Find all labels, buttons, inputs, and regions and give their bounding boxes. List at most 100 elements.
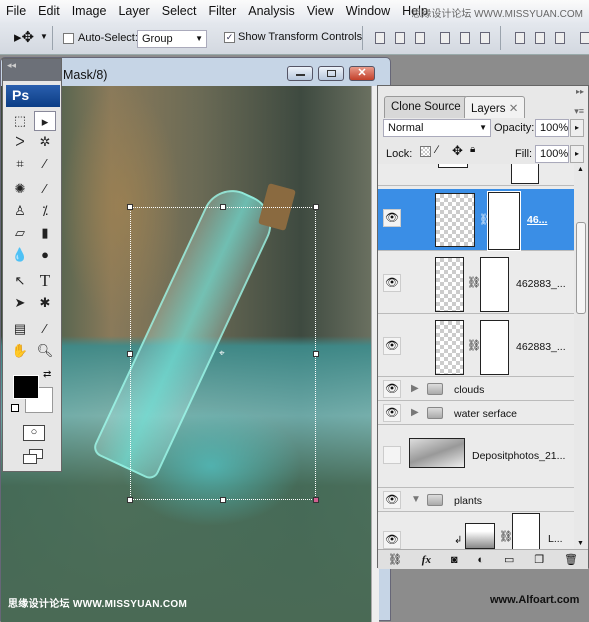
collapse-icon[interactable]: ◂◂ [7, 60, 16, 70]
layer-name[interactable]: 462883_... [516, 278, 566, 290]
hand-tool-icon[interactable]: ✋ [9, 341, 31, 361]
link-icon[interactable]: ⛓︎ [467, 276, 481, 289]
layer-name[interactable]: L... [548, 533, 563, 545]
eye-icon[interactable]: 👁︎ [383, 491, 401, 509]
collapse-panel-icon[interactable]: ▸▸ [576, 87, 584, 96]
show-transform-checkbox[interactable]: ✓ [224, 32, 235, 43]
link-icon[interactable]: ⛓︎ [499, 530, 513, 543]
align-hcenter-icon[interactable] [460, 32, 470, 44]
notes-tool-icon[interactable]: ▤ [9, 319, 31, 339]
brush-tool-icon[interactable]: ∕ [34, 179, 56, 199]
menu-analysis[interactable]: Analysis [248, 4, 295, 18]
pen-tool-icon[interactable]: ↖ [9, 271, 31, 291]
close-tab-icon[interactable]: ✕ [509, 103, 519, 115]
distribute-top-icon[interactable] [515, 32, 525, 44]
adjustment-layer-icon[interactable]: ◐ [477, 554, 484, 566]
align-top-icon[interactable] [375, 32, 385, 44]
reference-point-icon[interactable]: ⌖ [219, 348, 225, 359]
layer-mask-thumbnail[interactable] [480, 320, 509, 375]
dodge-tool-icon[interactable]: ● [34, 245, 56, 265]
menu-select[interactable]: Select [162, 4, 197, 18]
type-tool-icon[interactable]: T [34, 271, 56, 291]
layer-row[interactable]: 👁︎ ↲ ⛓︎ L... [378, 513, 574, 549]
eye-icon[interactable]: 👁︎ [383, 531, 401, 549]
healing-brush-icon[interactable]: ✺ [9, 179, 31, 199]
show-transform-label[interactable]: Show Transform Controls [238, 31, 362, 43]
marquee-tool-icon[interactable]: ⬚ [9, 111, 31, 131]
magic-wand-icon[interactable]: ✲ [34, 132, 56, 152]
panel-menu-icon[interactable]: ▾≡ [574, 106, 584, 117]
blend-mode-dropdown[interactable]: Normal ▼ [383, 119, 491, 137]
align-bottom-icon[interactable] [415, 32, 425, 44]
quick-mask-icon[interactable]: ○ [23, 425, 45, 441]
layer-name[interactable]: plants [454, 495, 482, 507]
new-layer-icon[interactable]: ❐ [534, 553, 544, 566]
move-tool-icon[interactable]: ▸ [34, 111, 56, 131]
layers-scrollbar[interactable]: ▲ ▼ [574, 164, 588, 549]
auto-select-dropdown[interactable]: Group ▼ [137, 30, 207, 48]
clone-stamp-icon[interactable]: ♙ [9, 201, 31, 221]
eye-icon[interactable]: 👁︎ [383, 337, 401, 355]
layer-mask-thumbnail[interactable] [512, 513, 540, 549]
menu-window[interactable]: Window [346, 4, 390, 18]
layer-name[interactable]: 462883_... [516, 341, 566, 353]
auto-select-checkbox[interactable] [63, 33, 74, 44]
history-brush-icon[interactable]: ⁒ [34, 201, 56, 221]
close-button[interactable]: ✕ [349, 66, 375, 81]
scroll-up-icon[interactable]: ▲ [577, 166, 584, 173]
menu-filter[interactable]: Filter [208, 4, 236, 18]
link-icon[interactable]: ⛓︎ [467, 339, 481, 352]
transform-handle[interactable] [313, 351, 319, 357]
lock-position-icon[interactable]: ✥ [452, 143, 463, 159]
eraser-tool-icon[interactable]: ▱ [9, 223, 31, 243]
screen-mode-icon[interactable] [23, 449, 45, 465]
custom-shape-icon[interactable]: ✱ [34, 293, 56, 313]
tab-clone-source[interactable]: Clone Source [384, 96, 468, 118]
crop-tool-icon[interactable]: ⌗ [9, 154, 31, 174]
opacity-input[interactable]: 100% [535, 119, 569, 137]
lock-transparency-icon[interactable] [420, 146, 431, 157]
add-mask-icon[interactable]: ◙ [451, 554, 458, 566]
maximize-button[interactable] [318, 66, 344, 81]
distribute-vcenter-icon[interactable] [535, 32, 545, 44]
opacity-slider-button[interactable]: ▸ [570, 119, 584, 137]
fill-input[interactable]: 100% [535, 145, 569, 163]
path-selection-icon[interactable]: ➤ [9, 293, 31, 313]
eye-icon[interactable]: 👁︎ [383, 274, 401, 292]
collapse-triangle-icon[interactable]: ▼ [411, 494, 421, 505]
layer-group-row[interactable]: 👁︎ ▶ clouds [378, 378, 574, 401]
eye-hidden-toggle[interactable] [383, 446, 401, 464]
scroll-thumb[interactable] [576, 222, 586, 314]
fill-slider-button[interactable]: ▸ [570, 145, 584, 163]
transform-handle[interactable] [313, 204, 319, 210]
layer-mask-thumbnail[interactable] [487, 191, 521, 251]
layer-row-partial[interactable] [378, 164, 574, 186]
slice-tool-icon[interactable]: ⁄ [34, 154, 56, 174]
menu-view[interactable]: View [307, 4, 334, 18]
zoom-tool-icon[interactable]: 🔍︎ [34, 341, 56, 361]
layer-row[interactable]: 👁︎ ⛓︎ 46... [378, 189, 574, 251]
move-tool-icon[interactable]: ▸✥ [14, 28, 34, 46]
layer-name[interactable]: 46... [527, 214, 547, 226]
transform-handle[interactable] [220, 497, 226, 503]
layer-name[interactable]: water serface [454, 408, 517, 420]
transform-handle[interactable] [127, 204, 133, 210]
layer-name[interactable]: Depositphotos_21... [472, 450, 565, 462]
lock-all-icon[interactable]: 🔒︎ [470, 144, 475, 155]
layer-row[interactable]: 👁︎ ⛓︎ 462883_... [378, 315, 574, 377]
layer-row[interactable]: 👁︎ ⛓︎ 462883_... [378, 252, 574, 314]
new-group-icon[interactable]: ▭ [504, 553, 514, 566]
distribute-left-icon[interactable] [580, 32, 589, 44]
transform-handle[interactable] [127, 351, 133, 357]
tool-preset-dropdown-icon[interactable]: ▼ [40, 32, 48, 41]
tab-layers[interactable]: Layers ✕ [464, 96, 526, 118]
swap-colors-icon[interactable]: ⇄ [43, 369, 51, 380]
transform-handle[interactable] [313, 497, 319, 503]
link-layers-icon[interactable]: ⛓︎ [388, 553, 402, 566]
foreground-color-swatch[interactable] [13, 375, 39, 399]
eye-icon[interactable]: 👁︎ [383, 209, 401, 227]
transform-bounding-box[interactable]: ⌖ [127, 204, 319, 503]
align-vcenter-icon[interactable] [395, 32, 405, 44]
layer-mask-thumbnail[interactable] [480, 257, 509, 312]
scroll-down-icon[interactable]: ▼ [577, 540, 584, 547]
